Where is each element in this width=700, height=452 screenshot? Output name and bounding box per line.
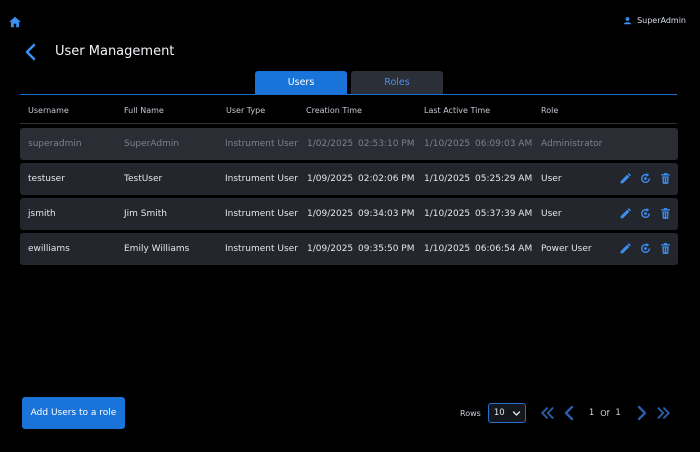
cell-creation-time: 02:02:06 PM xyxy=(358,174,415,184)
current-user-name: SuperAdmin xyxy=(637,16,686,25)
cell-username: superadmin xyxy=(28,139,82,149)
add-users-to-role-button[interactable]: Add Users to a role xyxy=(22,397,125,429)
user-icon xyxy=(623,17,632,25)
table-row: superadmin SuperAdmin Instrument User 1/… xyxy=(20,128,678,160)
rows-label: Rows xyxy=(460,408,481,418)
tab-bar: Users Roles xyxy=(255,71,443,94)
last-page-icon[interactable] xyxy=(656,405,672,421)
cell-creation-time: 09:35:50 PM xyxy=(358,244,415,254)
cell-user-type: Instrument User xyxy=(225,209,298,219)
tab-users[interactable]: Users xyxy=(255,71,347,94)
column-header-user-type[interactable]: User Type xyxy=(226,106,265,115)
table-row: ewilliams Emily Williams Instrument User… xyxy=(20,233,678,265)
total-pages: 1 xyxy=(615,408,621,418)
cell-active-time: 05:25:29 AM xyxy=(475,174,533,184)
cell-full-name: SuperAdmin xyxy=(124,139,180,149)
cell-creation-date: 1/09/2025 xyxy=(307,244,354,254)
rows-per-page-value: 10 xyxy=(493,408,505,418)
first-page-icon[interactable] xyxy=(539,405,555,421)
current-user[interactable]: SuperAdmin xyxy=(623,16,686,25)
table-row: testuser TestUser Instrument User 1/09/2… xyxy=(20,163,678,195)
cell-full-name: Jim Smith xyxy=(124,209,167,219)
table-header-divider xyxy=(20,123,677,124)
cell-full-name: TestUser xyxy=(124,174,163,184)
cell-username: ewilliams xyxy=(28,244,70,254)
cell-creation-date: 1/09/2025 xyxy=(307,209,354,219)
current-page: 1 xyxy=(588,408,595,418)
cell-creation-time: 02:53:10 PM xyxy=(358,139,415,149)
cell-creation-time: 09:34:03 PM xyxy=(358,209,415,219)
row-actions xyxy=(619,207,672,220)
cell-username: jsmith xyxy=(28,209,56,219)
column-header-role[interactable]: Role xyxy=(541,106,558,115)
cell-user-type: Instrument User xyxy=(225,244,298,254)
cell-role: User xyxy=(541,209,562,219)
chevron-down-icon xyxy=(512,410,520,416)
cell-active-date: 1/10/2025 xyxy=(424,139,471,149)
cell-active-time: 05:37:39 AM xyxy=(475,209,533,219)
next-page-icon[interactable] xyxy=(634,405,650,421)
cell-active-time: 06:06:54 AM xyxy=(475,244,533,254)
cell-user-type: Instrument User xyxy=(225,139,298,149)
home-icon[interactable] xyxy=(8,15,22,29)
trash-icon[interactable] xyxy=(659,207,672,220)
cell-username: testuser xyxy=(28,174,65,184)
column-header-full-name[interactable]: Full Name xyxy=(124,106,164,115)
column-header-creation-time[interactable]: Creation Time xyxy=(306,106,362,115)
cell-role: Administrator xyxy=(541,139,603,149)
cell-role: Power User xyxy=(541,244,592,254)
cell-creation-date: 1/09/2025 xyxy=(307,174,354,184)
row-actions xyxy=(619,172,672,185)
trash-icon[interactable] xyxy=(659,242,672,255)
page-title: User Management xyxy=(55,44,175,59)
pencil-icon[interactable] xyxy=(619,207,632,220)
cell-creation-date: 1/02/2025 xyxy=(307,139,354,149)
column-header-last-active-time[interactable]: Last Active Time xyxy=(424,106,490,115)
column-header-username[interactable]: Username xyxy=(28,106,69,115)
cell-active-date: 1/10/2025 xyxy=(424,174,471,184)
page-of-label: Of xyxy=(600,408,610,418)
tab-underline xyxy=(20,94,677,95)
table-row: jsmith Jim Smith Instrument User 1/09/20… xyxy=(20,198,678,230)
trash-icon[interactable] xyxy=(659,172,672,185)
tab-roles[interactable]: Roles xyxy=(351,71,443,94)
cell-full-name: Emily Williams xyxy=(124,244,190,254)
previous-page-icon[interactable] xyxy=(561,405,577,421)
table-header: Username Full Name User Type Creation Ti… xyxy=(20,100,677,122)
pagination: Rows 10 1 Of 1 xyxy=(460,402,672,424)
rows-per-page-select[interactable]: 10 xyxy=(487,403,526,423)
reset-icon[interactable] xyxy=(639,172,652,185)
cell-active-date: 1/10/2025 xyxy=(424,244,471,254)
cell-user-type: Instrument User xyxy=(225,174,298,184)
top-bar: SuperAdmin xyxy=(0,0,700,40)
pencil-icon[interactable] xyxy=(619,172,632,185)
reset-icon[interactable] xyxy=(639,207,652,220)
row-actions xyxy=(619,242,672,255)
reset-icon[interactable] xyxy=(639,242,652,255)
cell-active-date: 1/10/2025 xyxy=(424,209,471,219)
cell-role: User xyxy=(541,174,562,184)
chevron-left-icon[interactable] xyxy=(24,43,38,61)
cell-active-time: 06:09:03 AM xyxy=(475,139,533,149)
pencil-icon[interactable] xyxy=(619,242,632,255)
